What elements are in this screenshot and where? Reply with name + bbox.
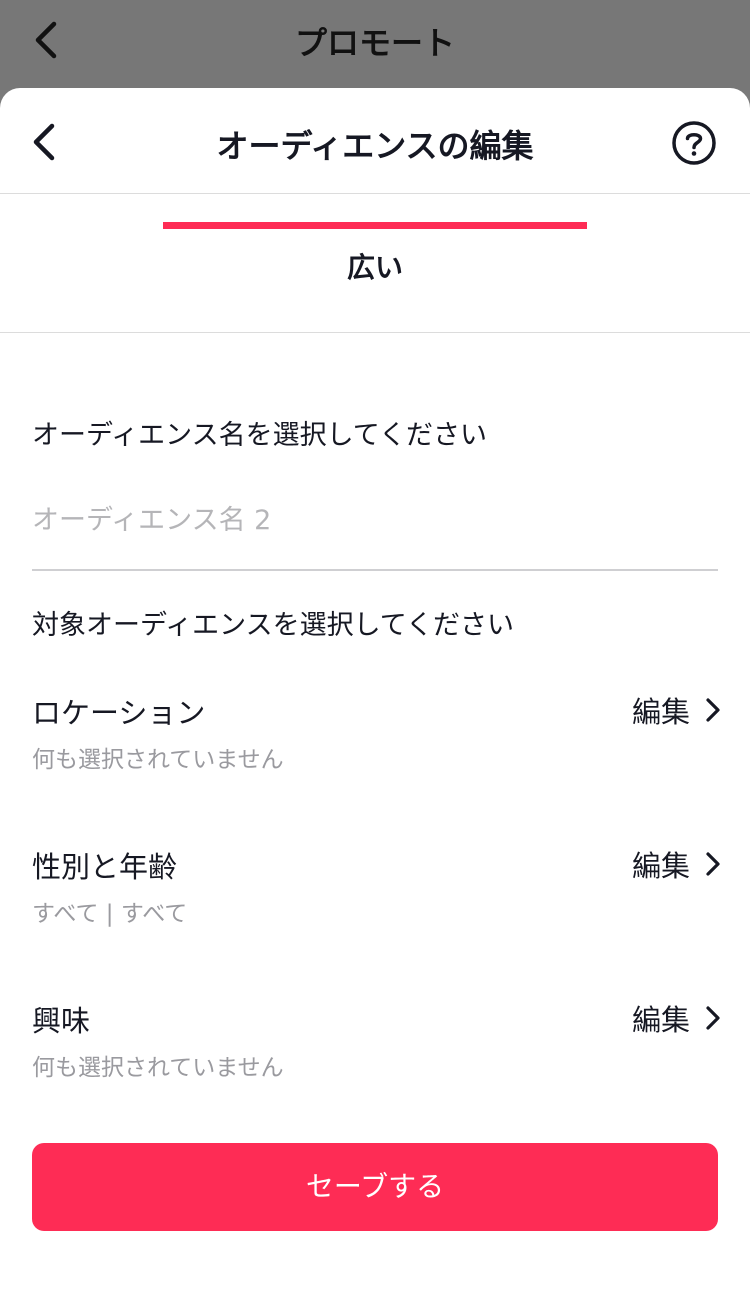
audience-name-prompt: オーディエンス名を選択してください: [32, 420, 487, 451]
gender-age-row[interactable]: 性別と年齢 すべて | すべて 編集: [32, 844, 722, 934]
chevron-right-icon: [706, 698, 720, 722]
input-underline: [32, 569, 718, 571]
location-edit-button[interactable]: 編集: [632, 690, 722, 730]
location-label: ロケーション: [32, 696, 206, 730]
audience-name-input[interactable]: [32, 496, 718, 544]
edit-label: 編集: [631, 695, 690, 729]
gender-age-value: すべて | すべて: [32, 901, 188, 927]
interests-edit-button[interactable]: 編集: [632, 998, 722, 1038]
interests-label: 興味: [32, 1004, 91, 1038]
edit-label: 編集: [631, 849, 690, 883]
chevron-right-icon: [706, 1006, 720, 1030]
gender-age-label: 性別と年齢: [32, 850, 178, 884]
audience-tabs: 広い: [0, 194, 750, 333]
tab-active-indicator: [163, 222, 587, 229]
location-row[interactable]: ロケーション 何も選択されていません 編集: [32, 690, 722, 780]
help-circle-icon[interactable]: [671, 120, 717, 166]
target-audience-prompt: 対象オーディエンスを選択してください: [32, 610, 514, 641]
sheet-title: オーディエンスの編集: [216, 127, 534, 165]
edit-label: 編集: [631, 1003, 690, 1037]
gender-age-edit-button[interactable]: 編集: [632, 844, 722, 884]
interests-row[interactable]: 興味 何も選択されていません 編集: [32, 998, 722, 1088]
sheet-header: オーディエンスの編集: [0, 88, 750, 194]
backdrop-header: プロモート: [0, 0, 750, 90]
save-button[interactable]: セーブする: [32, 1143, 718, 1231]
interests-value: 何も選択されていません: [32, 1055, 284, 1081]
location-value: 何も選択されていません: [32, 747, 284, 773]
chevron-right-icon: [706, 852, 720, 876]
tab-broad[interactable]: 広い: [0, 246, 750, 286]
edit-audience-sheet: オーディエンスの編集 広い オーディエンス名を選択してください 対象オーディエン…: [0, 88, 750, 1290]
backdrop-title: プロモート: [294, 24, 455, 62]
